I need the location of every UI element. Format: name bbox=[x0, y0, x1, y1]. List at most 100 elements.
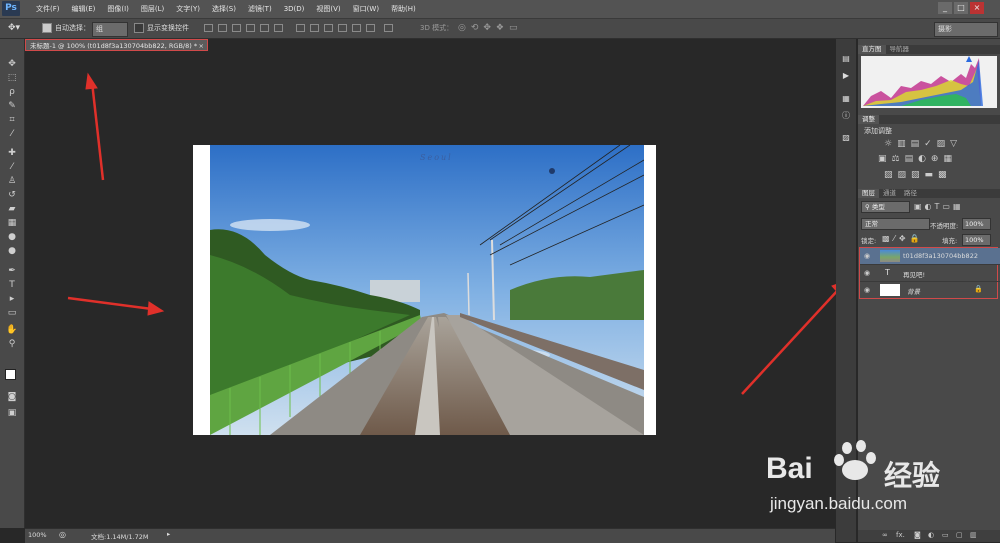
maximize-button[interactable]: □ bbox=[954, 2, 968, 14]
auto-select-option[interactable]: 自动选择： bbox=[42, 22, 90, 35]
history-panel-icon[interactable]: ▤ bbox=[840, 53, 852, 64]
tab-navigator[interactable]: 导航器 bbox=[886, 45, 914, 54]
distribute-hcenter-icon[interactable] bbox=[352, 24, 361, 32]
foreground-color-swatch[interactable] bbox=[5, 369, 16, 380]
pen-tool-icon[interactable]: ✒ bbox=[5, 265, 19, 277]
layer-filter-dropdown[interactable]: ⚲ 类型 bbox=[861, 201, 910, 213]
lock-icons[interactable]: ▩⁄✥🔒 bbox=[882, 234, 924, 243]
eye-icon[interactable]: ◉ bbox=[864, 269, 872, 277]
gradient-tool-icon[interactable]: ▦ bbox=[5, 217, 19, 229]
menu-select[interactable]: 选择(S) bbox=[206, 0, 242, 18]
3d-mode-icons[interactable]: ◎⟲✥❖▭ bbox=[458, 22, 523, 35]
menu-type[interactable]: 文字(Y) bbox=[170, 0, 206, 18]
shape-tool-icon[interactable]: ▭ bbox=[5, 307, 19, 319]
tab-channels[interactable]: 通道 bbox=[879, 189, 900, 198]
eyedropper-tool-icon[interactable]: ⁄ bbox=[5, 128, 19, 140]
minimize-button[interactable]: _ bbox=[938, 2, 952, 14]
align-right-icon[interactable] bbox=[274, 24, 283, 32]
mask-icon[interactable]: ◙ bbox=[914, 531, 921, 539]
menu-filter[interactable]: 滤镜(T) bbox=[242, 0, 278, 18]
type-tool-icon[interactable]: T bbox=[5, 279, 19, 291]
quick-select-tool-icon[interactable]: ✎ bbox=[5, 100, 19, 112]
eye-icon[interactable]: ◉ bbox=[864, 286, 872, 294]
dodge-tool-icon[interactable]: ● bbox=[5, 245, 19, 257]
distribute-left-icon[interactable] bbox=[338, 24, 347, 32]
eye-icon[interactable]: ◉ bbox=[864, 252, 872, 260]
menu-file[interactable]: 文件(F) bbox=[30, 0, 66, 18]
tab-paths[interactable]: 路径 bbox=[900, 189, 921, 198]
fill-input[interactable]: 100% bbox=[962, 234, 991, 246]
adjustment-icons-row-1[interactable]: ☼▥▤✓▨▽ bbox=[884, 139, 962, 149]
histogram-svg bbox=[863, 56, 983, 106]
history-brush-tool-icon[interactable]: ↺ bbox=[5, 189, 19, 201]
zoom-tool-icon[interactable]: ⚲ bbox=[5, 338, 19, 350]
layer-filter-icons[interactable]: ▣◐T▭▦ bbox=[914, 202, 964, 211]
distribute-top-icon[interactable] bbox=[296, 24, 305, 32]
document-tab[interactable]: 未标题-1 @ 100% (t01d8f3a130704bb822, RGB/8… bbox=[25, 39, 208, 51]
move-tool-icon[interactable]: ✥▾ bbox=[8, 22, 20, 35]
adjustment-icons-row-2[interactable]: ▣⚖▤◐⊕▦ bbox=[878, 154, 957, 164]
path-select-tool-icon[interactable]: ▸ bbox=[5, 293, 19, 305]
close-tab-icon[interactable]: × bbox=[199, 40, 204, 50]
menu-layer[interactable]: 图层(L) bbox=[135, 0, 170, 18]
blend-mode-dropdown[interactable]: 正常 bbox=[861, 218, 930, 230]
trash-icon[interactable]: ▥ bbox=[970, 531, 977, 539]
swatches-panel-icon[interactable]: ▦ bbox=[840, 93, 852, 104]
distribute-bottom-icon[interactable] bbox=[324, 24, 333, 32]
auto-select-dropdown[interactable]: 组 bbox=[92, 22, 128, 37]
align-top-icon[interactable] bbox=[204, 24, 213, 32]
menu-image[interactable]: 图像(I) bbox=[101, 0, 135, 18]
align-vcenter-icon[interactable] bbox=[218, 24, 227, 32]
screen-mode-icon[interactable]: ▣ bbox=[5, 407, 19, 419]
zoom-level[interactable]: 100% bbox=[28, 531, 47, 539]
menu-3d[interactable]: 3D(D) bbox=[278, 0, 311, 18]
clone-stamp-tool-icon[interactable]: ♙ bbox=[5, 175, 19, 187]
auto-select-checkbox[interactable] bbox=[42, 23, 52, 33]
layer-row-image[interactable]: ◉ t01d8f3a130704bb822 bbox=[860, 248, 1000, 265]
eraser-tool-icon[interactable]: ▰ bbox=[5, 203, 19, 215]
workspace-dropdown[interactable]: 摄影 bbox=[934, 22, 998, 37]
properties-panel-icon[interactable]: ▨ bbox=[840, 132, 852, 143]
align-bottom-icon[interactable] bbox=[232, 24, 241, 32]
show-transform-option[interactable]: 显示变换控件 bbox=[134, 22, 189, 35]
align-left-icon[interactable] bbox=[246, 24, 255, 32]
actions-panel-icon[interactable]: ▶ bbox=[840, 70, 852, 81]
menu-window[interactable]: 窗口(W) bbox=[347, 0, 385, 18]
fill-label: 填充: bbox=[942, 237, 958, 245]
tab-layers[interactable]: 图层 bbox=[858, 189, 879, 198]
auto-align-icon[interactable] bbox=[384, 24, 393, 32]
menu-view[interactable]: 视图(V) bbox=[310, 0, 346, 18]
new-layer-icon[interactable]: ▢ bbox=[956, 531, 963, 539]
distribute-vcenter-icon[interactable] bbox=[310, 24, 319, 32]
status-icon[interactable]: ◎ bbox=[59, 530, 66, 539]
link-icon[interactable]: ∞ bbox=[882, 531, 888, 539]
tab-adjustments[interactable]: 调整 bbox=[858, 115, 879, 124]
info-panel-icon[interactable]: ⓘ bbox=[840, 110, 852, 121]
menu-help[interactable]: 帮助(H) bbox=[385, 0, 422, 18]
align-hcenter-icon[interactable] bbox=[260, 24, 269, 32]
fx-icon[interactable]: fx. bbox=[896, 531, 905, 539]
close-window-button[interactable]: × bbox=[970, 2, 984, 14]
opacity-input[interactable]: 100% bbox=[962, 218, 991, 230]
blur-tool-icon[interactable]: ● bbox=[5, 231, 19, 243]
show-transform-checkbox[interactable] bbox=[134, 23, 144, 33]
adjustment-icons-row-3[interactable]: ▨▨▧▬▩ bbox=[884, 170, 952, 180]
tab-histogram[interactable]: 直方图 bbox=[858, 45, 886, 54]
lasso-tool-icon[interactable]: ρ bbox=[5, 86, 19, 98]
adjustment-icon[interactable]: ◐ bbox=[928, 531, 934, 539]
layer-row-text[interactable]: ◉ T 再见吧! bbox=[860, 265, 1000, 282]
brush-tool-icon[interactable]: ⁄ bbox=[5, 161, 19, 173]
move-tool-icon[interactable]: ✥ bbox=[5, 58, 19, 70]
layer-row-background[interactable]: ◉ 背景 🔒 bbox=[860, 282, 1000, 298]
folder-icon[interactable]: ▭ bbox=[942, 531, 949, 539]
hand-tool-icon[interactable]: ✋ bbox=[5, 324, 19, 336]
healing-brush-tool-icon[interactable]: ✚ bbox=[5, 147, 19, 159]
layers-list: ◉ t01d8f3a130704bb822 ◉ T 再见吧! ◉ 背景 🔒 bbox=[859, 247, 1000, 299]
crop-tool-icon[interactable]: ⌗ bbox=[5, 114, 19, 126]
distribute-right-icon[interactable] bbox=[366, 24, 375, 32]
status-menu-arrow-icon[interactable]: ▸ bbox=[167, 530, 170, 538]
menu-edit[interactable]: 编辑(E) bbox=[66, 0, 102, 18]
marquee-tool-icon[interactable]: ⬚ bbox=[5, 72, 19, 84]
quick-mask-icon[interactable]: ◙ bbox=[5, 391, 19, 403]
layer-image-railway[interactable]: Seoul bbox=[210, 145, 644, 435]
